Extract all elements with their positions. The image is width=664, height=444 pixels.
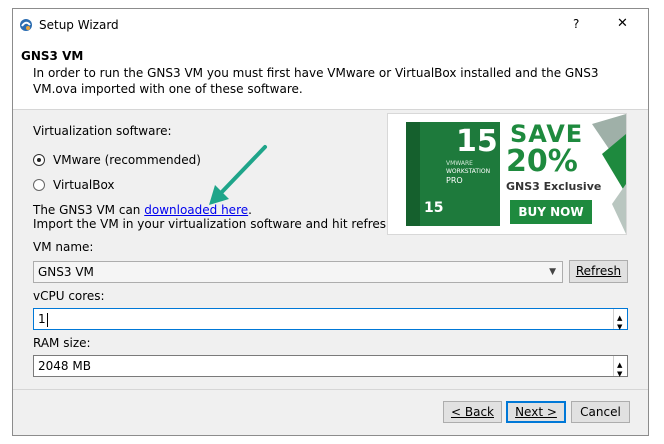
ram-spinbox[interactable]: 2048 MB ▲ ▼	[33, 355, 628, 378]
help-button[interactable]: ?	[573, 17, 579, 31]
box-line1: VMWARE	[446, 160, 473, 167]
spin-down-icon[interactable]: ▼	[617, 317, 622, 337]
spin-down-icon[interactable]: ▼	[617, 364, 622, 384]
download-info: The GNS3 VM can downloaded here.	[33, 203, 252, 217]
window-title: Setup Wizard	[39, 18, 119, 32]
page-title: GNS3 VM	[21, 49, 84, 63]
vm-name-value: GNS3 VM	[38, 265, 94, 279]
back-label: < Back	[450, 405, 494, 419]
vm-name-select[interactable]: GNS3 VM ▼	[33, 261, 563, 283]
vcpu-spinbox[interactable]: 1 ▲ ▼	[33, 308, 628, 331]
wizard-header: GNS3 VM In order to run the GNS3 VM you …	[13, 41, 648, 110]
workstation-box-image: 15 VMWARE WORKSTATION PRO 15	[406, 122, 500, 226]
chevron-down-icon: ▼	[549, 267, 556, 277]
ram-spin-arrows[interactable]: ▲ ▼	[613, 356, 627, 378]
radio-label-vmware: VMware (recommended)	[53, 153, 201, 167]
setup-wizard-window: Setup Wizard ? ✕ GNS3 VM In order to run…	[12, 8, 649, 436]
virtualization-label: Virtualization software:	[33, 124, 172, 138]
refresh-button[interactable]: Refresh	[569, 260, 628, 283]
box-version-small: 15	[424, 200, 444, 216]
vmware-promo-banner[interactable]: 15 VMWARE WORKSTATION PRO 15 SAVE 20% GN…	[387, 113, 627, 235]
vm-name-label: VM name:	[33, 240, 94, 254]
close-button[interactable]: ✕	[617, 16, 628, 31]
box-version: 15	[456, 124, 498, 159]
text-cursor	[46, 312, 48, 327]
box-line3: PRO	[446, 176, 463, 185]
radio-label-virtualbox: VirtualBox	[53, 178, 115, 192]
radio-indicator-virtualbox[interactable]	[33, 179, 45, 191]
import-info: Import the VM in your virtualization sof…	[33, 217, 398, 231]
vcpu-value: 1	[38, 312, 46, 326]
next-button[interactable]: Next >	[506, 401, 566, 423]
radio-indicator-vmware[interactable]	[33, 154, 45, 166]
download-link[interactable]: downloaded here	[144, 203, 248, 217]
back-button[interactable]: < Back	[443, 401, 502, 423]
download-info-suffix: .	[248, 203, 252, 217]
refresh-label: Refresh	[575, 264, 622, 278]
ram-label: RAM size:	[33, 336, 91, 350]
cancel-button[interactable]: Cancel	[571, 401, 630, 423]
download-info-prefix: The GNS3 VM can	[33, 203, 145, 217]
box-line2: WORKSTATION	[446, 168, 491, 175]
vcpu-label: vCPU cores:	[33, 289, 105, 303]
banner-decoration-icon	[592, 114, 626, 234]
annotation-arrow-icon	[209, 145, 267, 205]
gns3-app-icon	[20, 19, 32, 31]
promo-exclusive: GNS3 Exclusive	[506, 180, 602, 193]
title-bar: Setup Wizard ? ✕	[13, 9, 648, 41]
promo-percent: 20%	[506, 144, 578, 179]
footer-divider	[13, 389, 648, 390]
buy-now-button[interactable]: BUY NOW	[510, 200, 592, 224]
ram-value: 2048 MB	[38, 359, 91, 373]
next-label: Next >	[515, 405, 557, 419]
vcpu-spin-arrows[interactable]: ▲ ▼	[613, 309, 627, 331]
page-description: In order to run the GNS3 VM you must fir…	[33, 66, 599, 96]
